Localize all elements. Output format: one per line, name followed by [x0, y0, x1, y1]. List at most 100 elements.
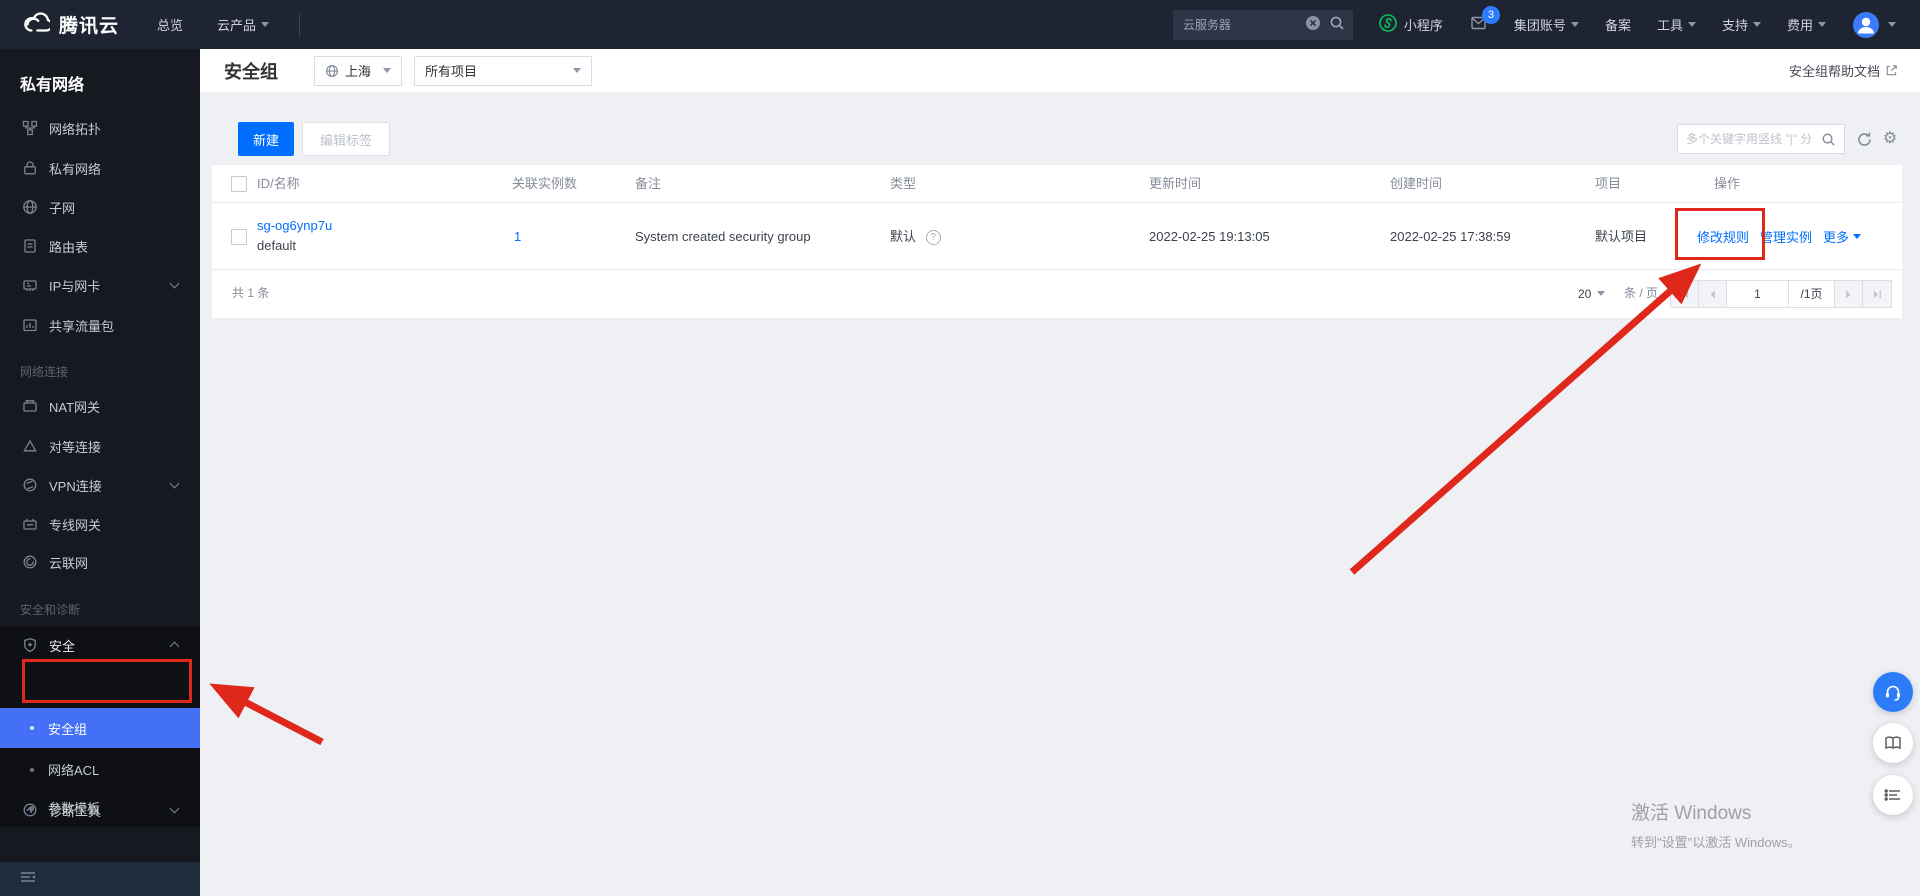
sidebar-item-peering-connection[interactable]: 对等连接 — [0, 427, 200, 465]
avatar — [1853, 11, 1879, 38]
row-checkbox[interactable] — [231, 229, 247, 245]
sidebar-item-route-table[interactable]: 路由表 — [0, 227, 200, 265]
help-icon[interactable]: ? — [925, 230, 941, 246]
sidebar-item-security[interactable]: 安全 — [0, 626, 200, 664]
clear-icon[interactable] — [1305, 15, 1321, 34]
table-filter-input[interactable] — [1686, 132, 1821, 146]
traffic-chart-icon — [22, 317, 38, 333]
group-account-menu[interactable]: 集团账号 — [1514, 15, 1579, 34]
prev-page-button[interactable] — [1699, 281, 1727, 307]
security-group-table: ID/名称 关联实例数 备注 类型 更新时间 创建时间 项目 操作 sg-og6… — [212, 165, 1902, 318]
sidebar-item-ip-nic[interactable]: IP与网卡 — [0, 266, 200, 304]
created-time-cell: 2022-02-25 17:38:59 — [1390, 229, 1511, 244]
instance-count-link[interactable]: 1 — [514, 229, 521, 244]
column-header-remark[interactable]: 备注 — [635, 165, 661, 203]
chevron-down-icon — [1570, 22, 1579, 31]
sidebar-item-security-group[interactable]: 安全组 — [0, 708, 200, 748]
tencent-cloud-console: { "colors": { "accent_blue": "#006eff", … — [0, 0, 1920, 896]
page-size-select[interactable]: 20 — [1578, 270, 1606, 317]
table-header-row: ID/名称 关联实例数 备注 类型 更新时间 创建时间 项目 操作 — [212, 165, 1902, 203]
column-header-actions: 操作 — [1714, 176, 1741, 191]
sidebar-item-vpc[interactable]: 私有网络 — [0, 149, 200, 187]
sg-id-name-cell: sg-og6ynp7u default — [257, 216, 332, 256]
column-header-instances[interactable]: 关联实例数 — [512, 165, 577, 203]
account-menu[interactable] — [1852, 11, 1896, 39]
sidebar-footer — [0, 862, 200, 896]
refresh-icon[interactable] — [1855, 131, 1873, 149]
help-doc-link[interactable]: 安全组帮助文档 — [1789, 61, 1898, 80]
modify-rules-link[interactable]: 修改规则 — [1697, 227, 1749, 246]
external-link-icon — [1886, 65, 1897, 76]
select-all-checkbox[interactable] — [231, 176, 247, 192]
edit-tags-button[interactable]: 编辑标签 — [302, 122, 390, 156]
feedback-button[interactable] — [1873, 775, 1913, 815]
peering-icon — [22, 438, 38, 454]
sidebar-item-direct-connect-gateway[interactable]: 专线网关 — [0, 505, 200, 543]
manage-instances-link[interactable]: 管理实例 — [1760, 227, 1812, 246]
support-menu[interactable]: 支持 — [1722, 15, 1761, 34]
collapse-sidebar-icon[interactable] — [20, 870, 36, 889]
brand-name: 腾讯云 — [59, 16, 120, 37]
page-number-input[interactable] — [1727, 281, 1789, 307]
column-header-project[interactable]: 项目 — [1595, 165, 1621, 203]
sg-id-link[interactable]: sg-og6ynp7u — [257, 218, 332, 233]
watermark-line2: 转到"设置"以激活 Windows。 — [1631, 835, 1801, 850]
bullet-icon — [30, 767, 34, 772]
topbar-search-input[interactable] — [1182, 17, 1305, 32]
table-filter-box[interactable] — [1677, 124, 1845, 154]
nav-cloud-products[interactable]: 云产品 — [217, 15, 270, 34]
search-icon[interactable] — [1821, 132, 1836, 147]
sidebar-item-ccn[interactable]: 云联网 — [0, 543, 200, 581]
region-selector[interactable]: 上海 — [314, 55, 402, 86]
create-button[interactable]: 新建 — [238, 122, 294, 156]
tencent-cloud-logo[interactable]: 腾讯云 — [20, 11, 119, 38]
first-page-button[interactable] — [1671, 281, 1699, 307]
instance-count-cell: 1 — [514, 203, 521, 270]
column-header-updated[interactable]: 更新时间 — [1149, 165, 1201, 203]
sidebar-item-vpn-connection[interactable]: VPN连接 — [0, 466, 200, 504]
lock-icon — [22, 160, 38, 176]
column-header-created[interactable]: 创建时间 — [1390, 165, 1442, 203]
sidebar-title: 私有网络 — [20, 77, 85, 94]
chevron-down-icon — [1888, 22, 1896, 31]
remark-cell: System created security group — [635, 229, 811, 244]
type-cell: 默认 ? — [890, 203, 941, 270]
chevron-down-icon — [1687, 22, 1696, 31]
tools-menu[interactable]: 工具 — [1657, 15, 1696, 34]
search-icon[interactable] — [1329, 15, 1345, 34]
chevron-up-icon — [169, 641, 180, 652]
sidebar-section-network-connection: 网络连接 — [20, 365, 69, 379]
documentation-button[interactable] — [1873, 723, 1913, 763]
chevron-down-icon — [1597, 291, 1606, 300]
chevron-down-icon — [169, 803, 180, 814]
more-actions-link[interactable]: 更多 — [1823, 227, 1862, 246]
vpn-icon — [22, 477, 38, 493]
chevron-down-icon — [169, 478, 180, 489]
column-header-type[interactable]: 类型 — [890, 165, 916, 203]
sidebar-item-network-acl[interactable]: 网络ACL — [0, 750, 200, 789]
beian-link[interactable]: 备案 — [1605, 15, 1631, 34]
globe-icon — [326, 64, 338, 77]
project-filter-select[interactable]: 所有项目 — [414, 55, 592, 86]
customer-service-button[interactable] — [1873, 672, 1913, 712]
page-header: 安全组 上海 所有项目 安全组帮助文档 — [200, 49, 1920, 92]
billing-menu[interactable]: 费用 — [1787, 15, 1826, 34]
settings-gear-icon[interactable]: ⚙ — [1881, 131, 1899, 149]
sidebar-item-network-topology[interactable]: 网络拓扑 — [0, 109, 200, 147]
nav-overview[interactable]: 总览 — [157, 15, 183, 34]
last-page-button[interactable] — [1863, 281, 1891, 307]
messages-button[interactable]: 3 — [1469, 6, 1500, 34]
sidebar-item-subnet[interactable]: 子网 — [0, 188, 200, 226]
sidebar-item-diagnose-tools[interactable]: 诊断工具 — [0, 791, 200, 829]
topology-icon — [22, 120, 38, 136]
sidebar-item-shared-traffic-pack[interactable]: 共享流量包 — [0, 306, 200, 344]
column-header-id-name[interactable]: ID/名称 — [257, 165, 300, 203]
topbar-search-box[interactable] — [1172, 9, 1353, 40]
sidebar-item-nat-gateway[interactable]: NAT网关 — [0, 387, 200, 425]
miniprogram-icon — [1379, 14, 1397, 35]
miniprogram-link[interactable]: 小程序 — [1379, 14, 1443, 35]
next-page-button[interactable] — [1835, 281, 1863, 307]
chevron-down-icon — [383, 68, 391, 77]
message-count-badge: 3 — [1481, 6, 1500, 24]
chevron-down-icon — [1818, 22, 1826, 31]
